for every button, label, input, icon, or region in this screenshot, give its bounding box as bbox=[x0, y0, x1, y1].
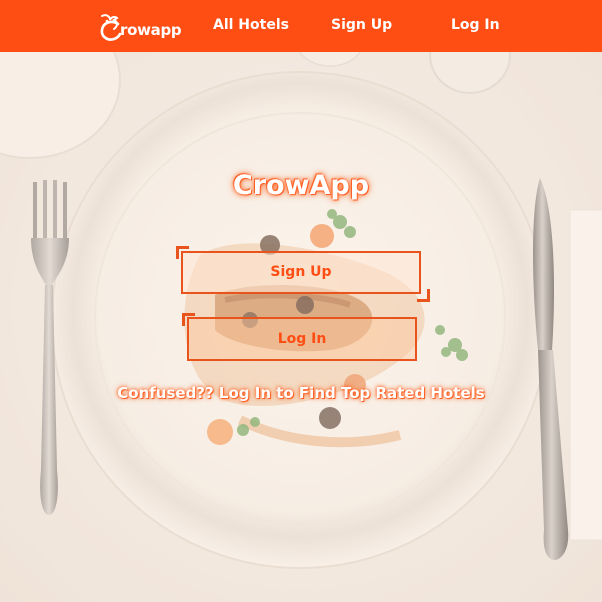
sign-up-button[interactable]: Sign Up bbox=[181, 251, 421, 294]
signup-corner-decoration bbox=[417, 289, 430, 302]
top-navbar: rowapp All Hotels Sign Up Log In bbox=[0, 0, 602, 52]
hero-tagline: Confused?? Log In to Find Top Rated Hote… bbox=[117, 384, 485, 402]
background-food-photo bbox=[0, 0, 602, 602]
logo[interactable]: rowapp bbox=[98, 10, 182, 44]
nav-all-hotels-link[interactable]: All Hotels bbox=[213, 17, 289, 33]
hero-title: CrowApp bbox=[232, 170, 370, 201]
log-in-button[interactable]: Log In bbox=[187, 317, 417, 361]
page: rowapp All Hotels Sign Up Log In CrowApp… bbox=[0, 0, 602, 602]
logo-text: rowapp bbox=[120, 21, 182, 39]
nav-log-in-link[interactable]: Log In bbox=[451, 17, 500, 33]
nav-sign-up-link[interactable]: Sign Up bbox=[331, 17, 392, 33]
